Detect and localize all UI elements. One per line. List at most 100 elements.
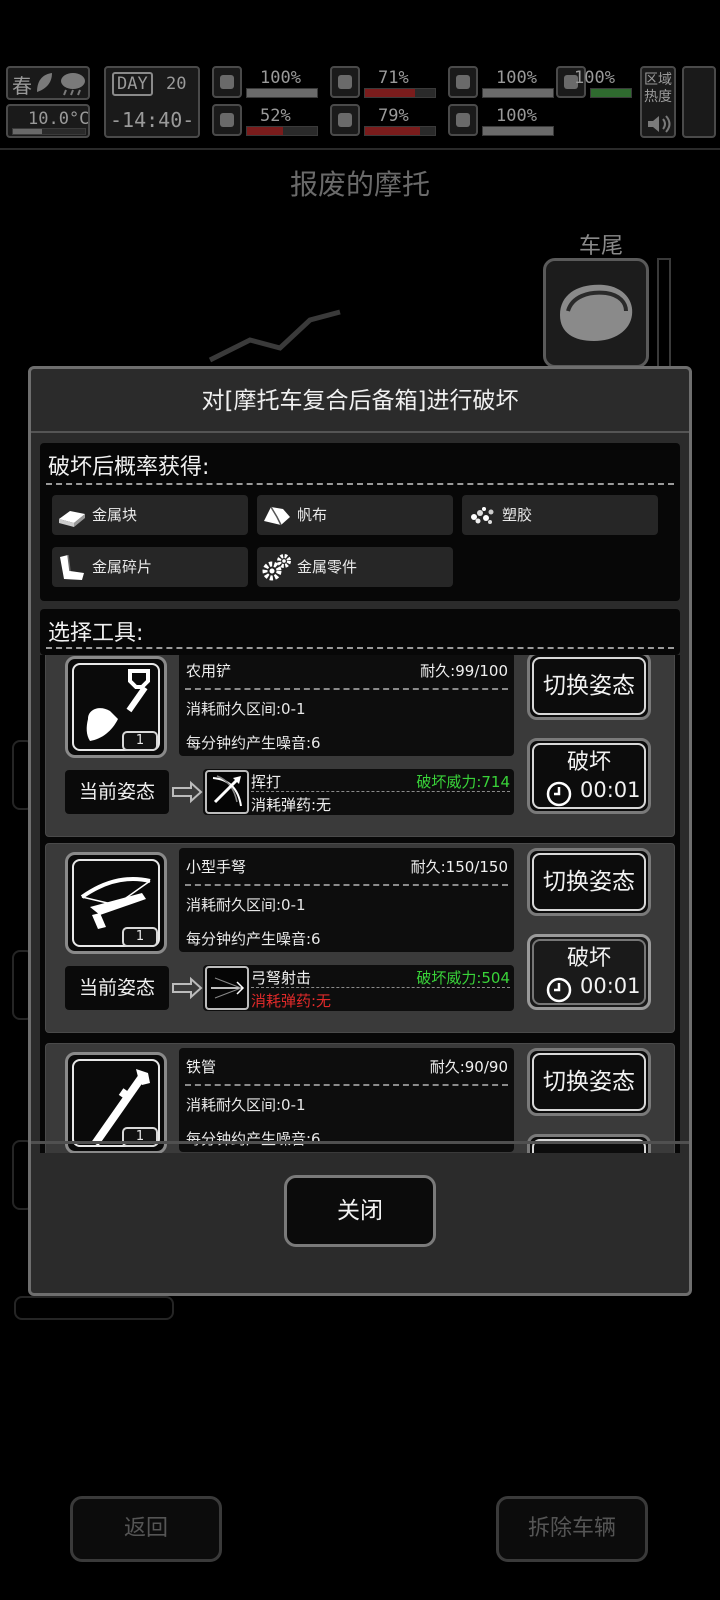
stat-bar	[482, 126, 554, 136]
stat-bar	[364, 126, 436, 136]
tools-header-panel: 选择工具:	[40, 609, 680, 655]
current-stance-label: 当前姿态	[65, 966, 169, 1010]
break-power: 破坏威力:714	[416, 773, 510, 791]
clock-icon	[546, 977, 572, 1003]
stat-bar	[482, 88, 554, 98]
stat-bar	[246, 88, 318, 98]
destroy-dialog: 对[摩托车复合后备箱]进行破坏 破坏后概率获得: 金属块 帆布 塑胶 金属碎片 …	[28, 366, 692, 1296]
crossbow-shot-icon	[205, 966, 249, 1010]
season-weather-box: 春	[6, 66, 90, 100]
break-button[interactable]: 破坏 00:01	[527, 934, 651, 1010]
stat-value: 100%	[496, 68, 537, 88]
jar-icon	[448, 66, 478, 98]
stance-box: 弓弩射击 破坏威力:504 消耗弹药:无	[203, 965, 514, 1011]
stat-group: 71%	[330, 66, 440, 100]
break-power: 破坏威力:504	[416, 969, 510, 987]
bg-side-slot	[14, 1296, 174, 1320]
ammo-cost: 消耗弹药:无	[251, 992, 332, 1010]
drop-label: 塑胶	[502, 506, 533, 524]
drop-item[interactable]: 金属碎片	[52, 547, 248, 587]
area-heat-box[interactable]: 区域热度	[640, 66, 676, 138]
break-button[interactable]: 破坏 00:01	[527, 738, 651, 814]
tool-icon-frame[interactable]: 1	[65, 852, 167, 954]
tool-info: 小型手弩 耐久:150/150 消耗耐久区间:0-1 每分钟约产生噪音:6	[179, 848, 514, 952]
close-button[interactable]: 关闭	[284, 1175, 436, 1247]
drop-label: 金属块	[92, 506, 138, 524]
stance-name: 弓弩射击	[251, 969, 312, 987]
tool-wear-range: 消耗耐久区间:0-1	[186, 1096, 306, 1114]
drop-item[interactable]: 帆布	[257, 495, 453, 535]
leaf-icon	[37, 73, 52, 92]
metal-block-icon	[59, 511, 85, 527]
stat-group: 100%	[448, 104, 558, 138]
stat-group: 79%	[330, 104, 440, 138]
temperature-box: 10.0°C	[6, 104, 90, 138]
tail-box-icon	[560, 284, 633, 341]
heart-icon	[448, 104, 478, 136]
metal-parts-icon	[262, 554, 291, 581]
stat-group: 100%	[212, 66, 322, 100]
drop-label: 金属零件	[297, 558, 358, 576]
drop-item[interactable]: 金属块	[52, 495, 248, 535]
tool-card: 1 小型手弩 耐久:150/150 消耗耐久区间:0-1 每分钟约产生噪音:6 …	[45, 843, 675, 1033]
scene-title: 报废的摩托	[289, 168, 430, 201]
status-side-box	[682, 66, 716, 138]
tool-icon-frame[interactable]: 1	[65, 656, 167, 758]
back-button[interactable]: 返回	[70, 1496, 222, 1562]
tool-noise: 每分钟约产生噪音:6	[186, 734, 321, 752]
tool-icon-frame[interactable]: 1	[65, 1052, 167, 1153]
tool-durability: 耐久:99/100	[420, 662, 508, 680]
stat-group: 52%	[212, 104, 322, 138]
stance-name: 挥打	[251, 773, 282, 791]
tool-noise: 每分钟约产生噪音:6	[186, 930, 321, 948]
stat-bar	[246, 126, 318, 136]
stat-value: 100%	[260, 68, 301, 88]
swing-icon	[205, 770, 249, 814]
tools-header: 选择工具:	[48, 621, 144, 646]
tool-info: 农用铲 耐久:99/100 消耗耐久区间:0-1 每分钟约产生噪音:6	[179, 655, 514, 756]
metal-scrap-icon	[60, 554, 84, 580]
stat-value: 52%	[260, 106, 291, 126]
drop-item[interactable]: 金属零件	[257, 547, 453, 587]
tool-count: 1	[122, 731, 158, 751]
tools-divider	[46, 647, 674, 649]
plastic-icon	[471, 507, 494, 524]
stat-group: 100%	[448, 66, 558, 100]
stance-box: 挥打 破坏威力:714 消耗弹药:无	[203, 769, 514, 815]
temperature-value: 10.0°C	[28, 109, 90, 129]
stat-bar	[364, 88, 436, 98]
switch-stance-button[interactable]: 切换姿态	[527, 1048, 651, 1116]
medkit-icon	[212, 66, 242, 98]
drop-label: 金属碎片	[92, 558, 153, 576]
stat-value: 79%	[378, 106, 409, 126]
tool-name: 小型手弩	[186, 858, 247, 876]
tail-label: 车尾	[578, 234, 623, 259]
tail-scrollbar[interactable]	[657, 258, 671, 368]
season-label: 春	[12, 74, 32, 98]
switch-stance-button[interactable]: 切换姿态	[527, 655, 651, 720]
break-label: 破坏	[566, 750, 611, 775]
motorcycle-silhouette	[208, 309, 341, 363]
break-time: 00:01	[580, 778, 641, 802]
drop-item[interactable]: 塑胶	[462, 495, 658, 535]
drops-panel: 破坏后概率获得: 金属块 帆布 塑胶 金属碎片 金属零件	[40, 443, 680, 601]
current-stance-label: 当前姿态	[65, 770, 169, 814]
tool-card: 1 铁管 耐久:90/90 消耗耐久区间:0-1 每分钟约产生噪音:6 切换姿态	[45, 1043, 675, 1153]
day-number: 20	[166, 74, 187, 94]
tail-slot[interactable]	[543, 258, 649, 368]
tool-name: 铁管	[186, 1058, 217, 1076]
switch-stance-button[interactable]: 切换姿态	[527, 848, 651, 916]
dialog-footer-divider	[31, 1141, 689, 1144]
clock-icon	[546, 781, 572, 807]
stat-value: 100%	[574, 68, 615, 88]
tool-info: 铁管 耐久:90/90 消耗耐久区间:0-1 每分钟约产生噪音:6	[179, 1048, 514, 1152]
arrow-right-icon	[172, 976, 203, 1000]
tools-list[interactable]: 1 农用铲 耐久:99/100 消耗耐久区间:0-1 每分钟约产生噪音:6 切换…	[40, 655, 680, 1153]
break-time: 00:01	[580, 974, 641, 998]
tool-wear-range: 消耗耐久区间:0-1	[186, 700, 306, 718]
dismantle-vehicle-button[interactable]: 拆除车辆	[496, 1496, 648, 1562]
drops-header: 破坏后概率获得:	[48, 455, 210, 480]
day-time-box: DAY 20 -14:40-	[104, 66, 200, 138]
dialog-title: 对[摩托车复合后备箱]进行破坏	[31, 369, 689, 433]
day-label: DAY	[112, 72, 153, 96]
